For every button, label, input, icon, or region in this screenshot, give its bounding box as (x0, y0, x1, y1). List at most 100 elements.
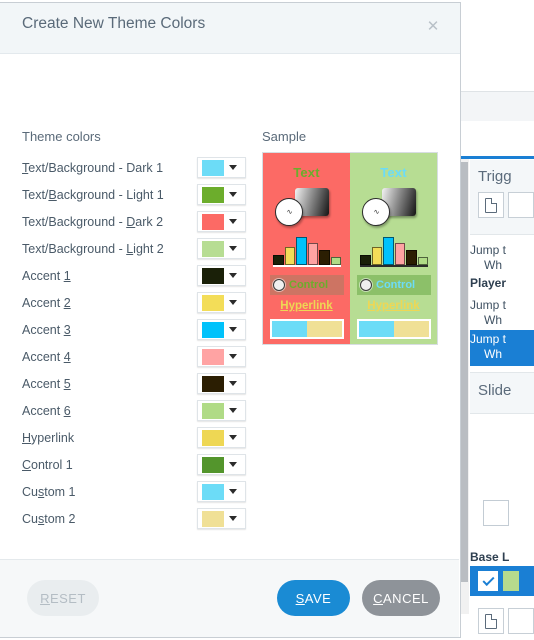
sample-bar (273, 255, 284, 265)
theme-color-label: Text/Background - Dark 1 (22, 160, 164, 175)
color-picker-accent-1[interactable] (197, 265, 246, 286)
color-swatch (202, 294, 224, 311)
triggers-panel-title: Trigg (478, 168, 512, 185)
layer-visible-checkbox[interactable] (478, 571, 498, 591)
sample-bar-chart (360, 233, 428, 267)
color-swatch (202, 267, 224, 284)
theme-color-row: Custom 1 (22, 478, 246, 505)
sample-text-label: Text (293, 165, 320, 180)
theme-color-row: Accent 2 (22, 289, 246, 316)
chevron-down-icon[interactable] (229, 192, 237, 197)
color-swatch (202, 402, 224, 419)
new-layer-button[interactable] (478, 608, 504, 634)
sample-bar (307, 242, 318, 265)
trigger-line2: Wh (484, 258, 502, 272)
sample-bar (330, 257, 341, 265)
chevron-down-icon[interactable] (229, 327, 237, 332)
sample-text-label: Text (380, 165, 407, 180)
sample-bar (371, 247, 382, 265)
chevron-down-icon[interactable] (229, 489, 237, 494)
trigger-row-selected[interactable]: Jump t Wh (470, 330, 534, 366)
color-swatch (202, 321, 224, 338)
close-icon[interactable]: ✕ (422, 15, 444, 37)
theme-color-row: Text/Background - Dark 2 (22, 208, 246, 235)
theme-color-row: Control 1 (22, 451, 246, 478)
color-picker-accent-4[interactable] (197, 346, 246, 367)
sample-strip-half (307, 321, 342, 337)
trigger-line1: Jump t (470, 243, 507, 257)
chevron-down-icon[interactable] (229, 462, 237, 467)
chevron-down-icon[interactable] (229, 246, 237, 251)
layer-thumbnail-placeholder[interactable] (483, 500, 509, 526)
trigger-row[interactable]: Jump t Wh (470, 298, 534, 328)
sample-hyperlink: Hyperlink (367, 300, 420, 312)
dialog-titlebar: Create New Theme Colors ✕ (0, 3, 460, 54)
color-picker-text-background-dark-2[interactable] (197, 211, 246, 232)
theme-color-row: Custom 2 (22, 505, 246, 532)
theme-colors-section-label: Theme colors (22, 129, 101, 144)
chevron-down-icon[interactable] (229, 408, 237, 413)
new-trigger-button[interactable] (478, 192, 504, 218)
color-picker-text-background-light-2[interactable] (197, 238, 246, 259)
color-picker-accent-2[interactable] (197, 292, 246, 313)
sample-control: Control (270, 275, 344, 295)
sample-strip-half (394, 321, 429, 337)
theme-color-row: Accent 6 (22, 397, 246, 424)
chevron-down-icon[interactable] (229, 354, 237, 359)
chevron-down-icon[interactable] (229, 273, 237, 278)
sample-bar (417, 257, 428, 265)
chevron-down-icon[interactable] (229, 435, 237, 440)
sample-bar (394, 242, 405, 265)
theme-color-label: Accent 6 (22, 403, 71, 418)
theme-color-label: Accent 2 (22, 295, 71, 310)
theme-color-row: Text/Background - Light 2 (22, 235, 246, 262)
color-swatch (202, 429, 224, 446)
edit-trigger-button[interactable] (508, 192, 534, 218)
color-picker-text-background-dark-1[interactable] (197, 157, 246, 178)
sample-color-strip (270, 319, 344, 339)
chevron-down-icon[interactable] (229, 381, 237, 386)
theme-color-label: Accent 4 (22, 349, 71, 364)
chevron-down-icon[interactable] (229, 219, 237, 224)
color-swatch (202, 240, 224, 257)
theme-color-label: Text/Background - Dark 2 (22, 214, 164, 229)
color-swatch (202, 483, 224, 500)
chevron-down-icon[interactable] (229, 165, 237, 170)
sample-control: Control (357, 275, 431, 295)
theme-color-label: Accent 5 (22, 376, 71, 391)
layer-options-button[interactable] (508, 608, 534, 634)
sample-bar (406, 249, 417, 265)
color-picker-accent-3[interactable] (197, 319, 246, 340)
color-picker-custom-2[interactable] (197, 508, 246, 529)
sample-bar (383, 236, 394, 265)
reset-button[interactable]: R ESET (27, 580, 99, 616)
trigger-row[interactable]: Jump t Wh (470, 243, 534, 273)
theme-color-label: Text/Background - Light 1 (22, 187, 164, 202)
theme-color-row: Accent 4 (22, 343, 246, 370)
radio-button-icon (273, 279, 285, 291)
sample-circle-shape: ∿ (362, 198, 390, 226)
color-picker-hyperlink[interactable] (197, 427, 246, 448)
sample-dark-pane: Text ∿ Control Hyperlink (263, 153, 350, 344)
color-picker-text-background-light-1[interactable] (197, 184, 246, 205)
base-layer-row-selected[interactable] (470, 566, 534, 596)
screen-root: Colors A Fonts Trigg Jump t Wh Player Ju… (0, 0, 534, 640)
chevron-down-icon[interactable] (229, 300, 237, 305)
color-swatch (202, 456, 224, 473)
color-picker-accent-6[interactable] (197, 400, 246, 421)
save-button[interactable]: S AVE (277, 580, 350, 616)
dialog-body: Theme colors Sample Text/Background - Da… (0, 54, 460, 589)
sample-light-pane: Text ∿ Control Hyperlink (350, 153, 437, 344)
trigger-line1: Jump t (470, 332, 507, 346)
color-picker-control-1[interactable] (197, 454, 246, 475)
cancel-button[interactable]: C ANCEL (362, 580, 440, 616)
theme-color-row: Accent 5 (22, 370, 246, 397)
theme-color-label: Control 1 (22, 457, 73, 472)
create-theme-colors-dialog: Create New Theme Colors ✕ Theme colors S… (0, 2, 461, 638)
chevron-down-icon[interactable] (229, 516, 237, 521)
color-picker-custom-1[interactable] (197, 481, 246, 502)
color-picker-accent-5[interactable] (197, 373, 246, 394)
sample-control-label: Control (289, 279, 329, 291)
color-swatch (202, 375, 224, 392)
trigger-group-label: Player (470, 276, 507, 290)
